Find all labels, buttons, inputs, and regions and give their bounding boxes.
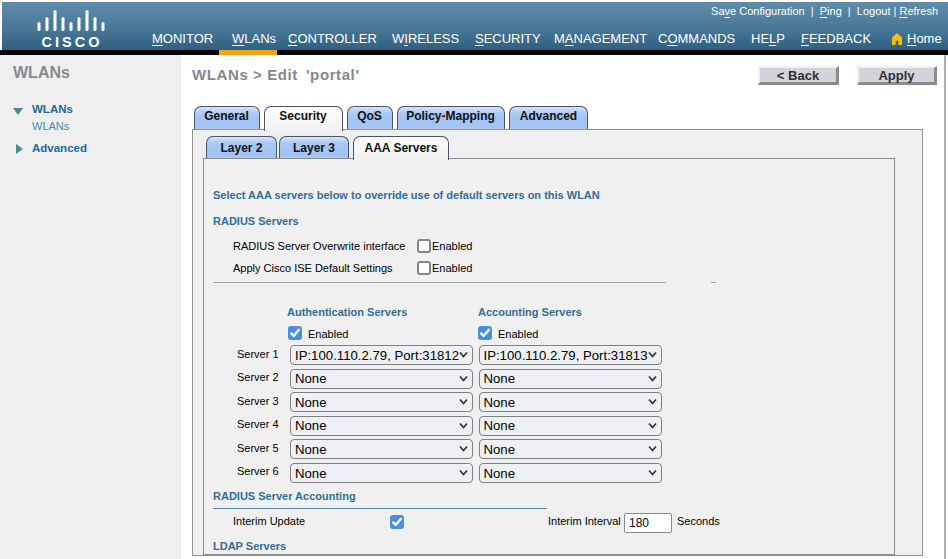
svg-text:CISCO: CISCO [42, 34, 103, 50]
